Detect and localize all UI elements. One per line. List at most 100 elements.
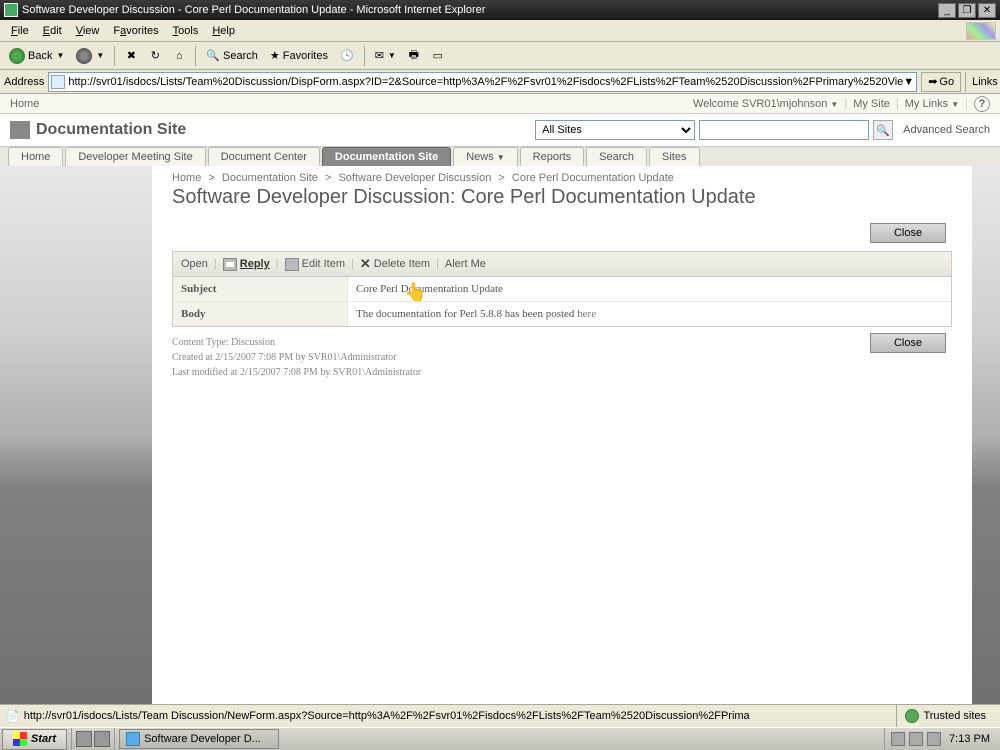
address-url-text: http://svr01/isdocs/Lists/Team%20Discuss… [68, 76, 903, 88]
right-gradient [972, 166, 1000, 704]
tab-home[interactable]: Home [8, 147, 63, 167]
tools-menu[interactable]: Tools [166, 23, 206, 39]
mysite-link[interactable]: My Site [853, 98, 890, 110]
file-menu[interactable]: File [4, 23, 36, 39]
search-button[interactable]: 🔍Search [201, 45, 263, 67]
window-titlebar: Software Developer Discussion - Core Per… [0, 0, 1000, 20]
print-button[interactable]: 🖶 [403, 45, 425, 67]
ql-ie-icon[interactable] [94, 731, 110, 747]
item-fields-table: Subject Core Perl Documentation Update B… [172, 277, 952, 327]
content-type-text: Content Type: Discussion [172, 335, 870, 350]
tab-sites[interactable]: Sites [649, 147, 699, 167]
refresh-icon: ↻ [151, 49, 160, 62]
forward-arrow-icon [76, 48, 92, 64]
address-input[interactable]: http://svr01/isdocs/Lists/Team%20Discuss… [48, 72, 917, 92]
help-icon[interactable]: ? [974, 96, 990, 112]
mail-icon: ✉ [375, 49, 384, 62]
back-button[interactable]: Back▼ [4, 45, 69, 67]
search-input[interactable] [699, 120, 869, 140]
close-button-bottom[interactable]: Close [870, 333, 946, 353]
forward-button[interactable]: ▼ [71, 45, 109, 67]
body-value: The documentation for Perl 5.8.8 has bee… [348, 302, 951, 326]
page-title: Software Developer Discussion: Core Perl… [172, 186, 952, 209]
left-gradient [0, 166, 152, 704]
tab-search[interactable]: Search [586, 147, 647, 167]
tab-document-center[interactable]: Document Center [208, 147, 320, 167]
search-label: Search [223, 50, 258, 62]
address-bar: Address http://svr01/isdocs/Lists/Team%2… [0, 70, 1000, 94]
search-go-button[interactable]: 🔍 [873, 120, 893, 140]
breadcrumb-discussion[interactable]: Software Developer Discussion [338, 172, 491, 184]
mail-button[interactable]: ✉▼ [370, 45, 401, 67]
mylinks-menu[interactable]: My Links ▼ [905, 98, 959, 110]
created-text: Created at 2/15/2007 7:08 PM by SVR01\Ad… [172, 350, 870, 365]
alert-me-button[interactable]: Alert Me [445, 258, 486, 270]
ql-desktop-icon[interactable] [76, 731, 92, 747]
maximize-button[interactable]: ❐ [958, 3, 976, 18]
close-window-button[interactable]: ✕ [978, 3, 996, 18]
go-button[interactable]: ➡Go [921, 72, 961, 92]
tab-reports[interactable]: Reports [520, 147, 585, 167]
subject-label: Subject [173, 277, 348, 301]
strip-home-link[interactable]: Home [10, 98, 39, 110]
window-title-text: Software Developer Discussion - Core Per… [22, 4, 485, 16]
breadcrumb-docsite[interactable]: Documentation Site [222, 172, 318, 184]
advanced-search-link[interactable]: Advanced Search [903, 124, 990, 136]
body-row: Body The documentation for Perl 5.8.8 ha… [173, 301, 951, 326]
print-icon: 🖶 [409, 46, 419, 65]
system-tray: 7:13 PM [884, 728, 1000, 750]
security-zone: Trusted sites [896, 705, 994, 727]
address-label: Address [4, 76, 44, 88]
edit-button[interactable]: ▭ [427, 45, 449, 67]
shield-icon [905, 709, 919, 723]
subject-row: Subject Core Perl Documentation Update [173, 277, 951, 301]
taskbar-ie-icon [126, 732, 140, 746]
welcome-menu[interactable]: Welcome SVR01\mjohnson ▼ [693, 98, 838, 110]
site-logo-icon [10, 121, 30, 139]
tab-developer-meeting[interactable]: Developer Meeting Site [65, 147, 205, 167]
start-label: Start [31, 733, 56, 745]
quick-launch [71, 728, 115, 750]
breadcrumb-home[interactable]: Home [172, 172, 201, 184]
tray-icon-2[interactable] [909, 732, 923, 746]
menu-bar: File Edit View Favorites Tools Help [0, 20, 1000, 42]
start-button[interactable]: Start [2, 729, 67, 750]
stop-button[interactable]: ✖ [120, 45, 142, 67]
search-icon: 🔍 [206, 49, 220, 62]
site-title: Documentation Site [36, 121, 186, 139]
favorites-menu[interactable]: Favorites [106, 23, 165, 39]
back-label: Back [28, 50, 52, 62]
page-status-icon: 📄 [6, 710, 20, 723]
edit-item-button[interactable]: Edit Item [285, 258, 345, 271]
body-here-link[interactable]: here [577, 308, 596, 320]
go-arrow-icon: ➡ [928, 75, 937, 88]
links-button[interactable]: Links » [965, 72, 1000, 92]
item-metadata: Content Type: Discussion Created at 2/15… [172, 335, 870, 380]
page-content: Home > Documentation Site > Software Dev… [152, 166, 972, 704]
delete-item-button[interactable]: ✕Delete Item [360, 256, 430, 272]
favorites-button[interactable]: ★Favorites [265, 45, 333, 67]
refresh-button[interactable]: ↻ [144, 45, 166, 67]
tray-icon-1[interactable] [891, 732, 905, 746]
back-arrow-icon [9, 48, 25, 64]
minimize-button[interactable]: _ [938, 3, 956, 18]
tab-documentation-site[interactable]: Documentation Site [322, 147, 451, 167]
go-label: Go [939, 76, 954, 88]
taskbar-ie-task[interactable]: Software Developer D... [119, 729, 279, 749]
subject-value: Core Perl Documentation Update [348, 277, 951, 301]
tab-news[interactable]: News▼ [453, 147, 517, 167]
view-menu[interactable]: View [69, 23, 107, 39]
browser-statusbar: 📄 http://svr01/isdocs/Lists/Team Discuss… [0, 704, 1000, 727]
reply-button[interactable]: Reply [223, 258, 270, 271]
help-menu[interactable]: Help [205, 23, 242, 39]
home-button[interactable]: ⌂ [168, 45, 190, 67]
tray-icon-3[interactable] [927, 732, 941, 746]
zone-label: Trusted sites [923, 710, 986, 722]
history-button[interactable]: 🕓 [335, 45, 359, 67]
close-button-top[interactable]: Close [870, 223, 946, 243]
modified-text: Last modified at 2/15/2007 7:08 PM by SV… [172, 365, 870, 380]
search-scope-select[interactable]: All Sites [535, 120, 695, 140]
page-icon [51, 75, 65, 89]
open-button[interactable]: Open [181, 258, 208, 270]
edit-menu[interactable]: Edit [36, 23, 69, 39]
